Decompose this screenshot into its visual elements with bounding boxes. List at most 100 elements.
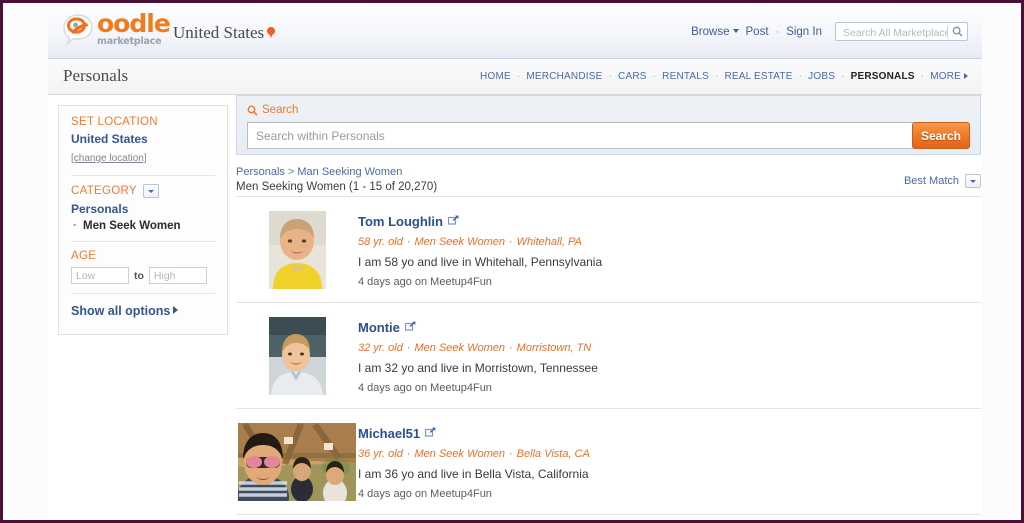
listing-thumbnail-cell: [236, 317, 358, 395]
breadcrumb: Personals > Man Seeking Women: [236, 166, 981, 178]
external-link-icon[interactable]: [447, 212, 459, 225]
sidebar-subcategory-selected[interactable]: · Men Seek Women: [73, 219, 215, 232]
cat-separator: ·: [652, 71, 657, 82]
search-panel-label: Search: [247, 104, 970, 116]
top-navigation: Browse Post · Sign In: [691, 22, 968, 42]
listing-meta: 58 yr. old · Men Seek Women · Whitehall, PA: [358, 236, 602, 248]
cat-separator: ·: [920, 71, 925, 82]
show-all-options-link[interactable]: Show all options: [71, 304, 179, 318]
change-location-link[interactable]: [change location]: [71, 153, 147, 164]
cat-nav-more[interactable]: MORE: [930, 71, 968, 82]
meta-separator: ·: [509, 236, 513, 248]
sidebar-divider: [71, 241, 215, 242]
chevron-down-icon[interactable]: [965, 174, 981, 188]
listing-meta: 32 yr. old · Men Seek Women · Morristown, TN: [358, 342, 598, 354]
location-indicator[interactable]: United States: [173, 23, 276, 43]
sidebar-divider: [71, 175, 215, 176]
search-panel-label-text: Search: [262, 104, 299, 116]
search-icon: [247, 105, 258, 116]
content-area: SET LOCATION United States [change locat…: [48, 95, 982, 520]
listing-category: Men Seek Women: [414, 448, 505, 460]
listing-timestamp: 4 days ago on Meetup4Fun: [358, 488, 492, 500]
chevron-down-icon[interactable]: [142, 184, 159, 198]
search-within-input[interactable]: [247, 122, 913, 149]
meta-separator: ·: [406, 342, 411, 354]
breadcrumb-man-seeking-women[interactable]: Man Seeking Women: [297, 166, 402, 178]
age-low-input[interactable]: [71, 267, 129, 284]
site-header: oodle marketplace United States Browse P…: [48, 6, 982, 59]
nav-browse[interactable]: Browse: [691, 26, 739, 38]
category-heading: CATEGORY: [71, 185, 137, 197]
nav-sign-in[interactable]: Sign In: [786, 26, 822, 38]
listing-category: Men Seek Women: [414, 342, 505, 354]
logo-tagline: marketplace: [97, 36, 162, 47]
search-panel: Search Search: [236, 95, 981, 155]
listing-location: Whitehall, PA: [516, 236, 582, 248]
listing-info: Montie 32 yr. old · Men Seek Women · Morrist…: [358, 317, 598, 395]
breadcrumb-separator: >: [287, 166, 295, 178]
listing-age: 58 yr. old: [358, 236, 403, 248]
sort-control[interactable]: Best Match: [904, 174, 981, 188]
meta-separator: ·: [406, 448, 411, 460]
cat-nav-home[interactable]: HOME: [480, 71, 511, 82]
listing-age: 36 yr. old: [358, 448, 403, 460]
show-all-options-label: Show all options: [71, 304, 171, 318]
search-divider: [947, 25, 948, 38]
cat-separator: ·: [798, 71, 803, 82]
listing-thumbnail-cell: [236, 423, 358, 501]
listing-category: Men Seek Women: [414, 236, 505, 248]
listing-info: Michael51 36 yr. old · Men Seek Women · Bell…: [358, 423, 590, 501]
oodle-logo-icon: [61, 12, 95, 46]
category-filter-header: CATEGORY: [71, 184, 215, 198]
cat-nav-rentals[interactable]: RENTALS: [662, 71, 709, 82]
nav-separator: ·: [775, 25, 780, 38]
sort-label: Best Match: [903, 175, 959, 187]
search-button[interactable]: Search: [911, 122, 970, 149]
listing-photo[interactable]: [268, 317, 326, 395]
listing-row[interactable]: Michael51 36 yr. old · Men Seek Women · Bell…: [236, 409, 981, 515]
page-title: Personals: [63, 66, 129, 85]
age-to-label: to: [134, 269, 144, 282]
site-logo[interactable]: oodle marketplace: [61, 9, 171, 47]
listing-title[interactable]: Michael51: [358, 426, 420, 441]
meta-separator: ·: [406, 236, 411, 248]
cat-nav-merchandise[interactable]: MERCHANDISE: [526, 71, 602, 82]
cat-separator: ·: [608, 71, 613, 82]
age-filter-row: to: [71, 267, 215, 284]
cat-separator: ·: [516, 71, 521, 82]
cat-nav-personals[interactable]: PERSONALS: [851, 71, 915, 82]
listing-photo[interactable]: [238, 423, 356, 501]
listing-description: I am 32 yo and live in Morristown, Tenne…: [358, 361, 598, 375]
category-navigation: HOME · MERCHANDISE · CARS · RENTALS · RE…: [480, 71, 968, 82]
chevron-down-icon: [732, 28, 739, 33]
cat-nav-real-estate[interactable]: REAL ESTATE: [724, 71, 792, 82]
location-label: United States: [173, 23, 265, 42]
listing-photo[interactable]: [268, 211, 326, 289]
sidebar-category-personals[interactable]: Personals: [71, 202, 215, 216]
breadcrumb-personals[interactable]: Personals: [236, 166, 285, 178]
age-high-input[interactable]: [148, 267, 207, 284]
global-search-box[interactable]: [835, 22, 968, 42]
page-root: oodle marketplace United States Browse P…: [48, 6, 982, 520]
listing-row[interactable]: Montie 32 yr. old · Men Seek Women · Morrist…: [236, 303, 981, 409]
filters-sidebar: SET LOCATION United States [change locat…: [58, 105, 228, 335]
listing-row[interactable]: Tom Loughlin 58 yr. old · Men Seek Women · W…: [236, 197, 981, 303]
cat-nav-more-label: MORE: [930, 71, 961, 82]
meta-separator: ·: [509, 342, 513, 354]
logo-name: oodle: [97, 9, 171, 38]
listing-title[interactable]: Tom Loughlin: [358, 214, 443, 229]
cat-nav-jobs[interactable]: JOBS: [808, 71, 835, 82]
results-count: Men Seeking Women (1 - 15 of 20,270): [236, 181, 438, 193]
listing-timestamp: 4 days ago on Meetup4Fun: [358, 382, 492, 394]
sidebar-location-value: United States: [71, 132, 148, 146]
global-search-input[interactable]: [841, 23, 950, 42]
external-link-icon[interactable]: [404, 318, 416, 331]
cat-nav-cars[interactable]: CARS: [618, 71, 647, 82]
search-icon[interactable]: [952, 26, 963, 37]
sidebar-subcategory-label: Men Seek Women: [83, 220, 181, 232]
external-link-icon[interactable]: [425, 424, 436, 437]
nav-post[interactable]: Post: [746, 26, 769, 38]
listing-title[interactable]: Montie: [358, 320, 400, 335]
meta-separator: ·: [509, 448, 513, 460]
chevron-right-icon: [173, 306, 179, 314]
